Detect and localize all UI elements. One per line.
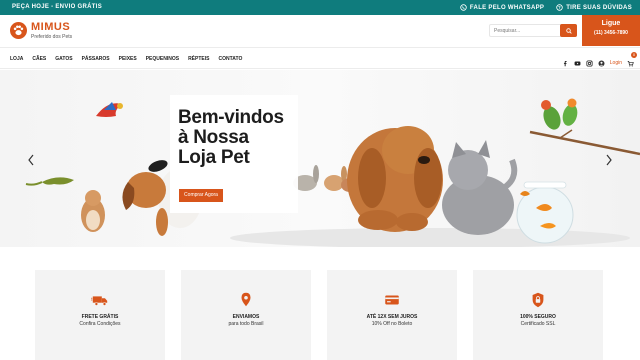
whatsapp-label: FALE PELO WHATSAPP	[469, 4, 545, 11]
carousel-next-button[interactable]	[605, 153, 613, 166]
feature-subtitle: para todo Brasil	[228, 321, 264, 327]
brand-name[interactable]: MIMUS	[31, 21, 70, 33]
login-link[interactable]: Login	[610, 60, 622, 66]
feature-subtitle: Certificado SSL	[520, 321, 556, 327]
hero-title-line-3: Loja Pet	[178, 147, 250, 168]
facebook-icon[interactable]	[562, 60, 569, 67]
features-section: FRETE GRÁTIS Confira Condições ENVIAMOS …	[0, 247, 640, 360]
main-navigation: LOJA CÃES GATOS PÁSSAROS PEIXES PEQUENIN…	[0, 47, 640, 69]
carousel-prev-button[interactable]	[27, 153, 35, 166]
nav-item-gatos[interactable]: GATOS	[55, 56, 72, 62]
lock-icon	[532, 292, 544, 308]
promo-text: PEÇA HOJE - ENVIO GRÁTIS	[12, 4, 102, 10]
cart-icon	[627, 61, 634, 67]
feature-subtitle: 10% Off no Boleto	[371, 321, 413, 327]
chevron-left-icon	[28, 154, 34, 166]
nav-item-passaros[interactable]: PÁSSAROS	[82, 56, 110, 62]
nav-item-peixes[interactable]: PEIXES	[119, 56, 137, 62]
top-announcement-bar: PEÇA HOJE - ENVIO GRÁTIS FALE PELO WHATS…	[0, 0, 640, 15]
nav-item-caes[interactable]: CÃES	[32, 56, 46, 62]
hero-banner: Bem-vindos à Nossa Loja Pet Comprar Agor…	[0, 70, 640, 247]
shop-now-button[interactable]: Comprar Agora	[179, 189, 223, 202]
hero-title-line-2: à Nossa	[178, 127, 249, 148]
logo-paw-icon[interactable]	[10, 22, 27, 39]
call-box[interactable]: Ligue (11) 3456-7890	[582, 15, 640, 46]
truck-icon	[91, 296, 108, 306]
location-pin-icon	[241, 292, 251, 307]
hero-title: Bem-vindos à Nossa Loja Pet	[178, 108, 296, 168]
instagram-icon[interactable]	[586, 59, 593, 67]
search-box	[489, 24, 577, 37]
hero-title-line-1: Bem-vindos	[178, 107, 284, 128]
youtube-icon[interactable]	[574, 60, 581, 67]
credit-card-icon	[385, 295, 399, 305]
search-icon	[565, 27, 572, 34]
nav-item-repteis[interactable]: RÉPTEIS	[188, 56, 209, 62]
hero-welcome-card: Bem-vindos à Nossa Loja Pet Comprar Agor…	[170, 95, 298, 213]
cart-count-badge: 0	[631, 52, 637, 58]
call-label: Ligue	[601, 20, 621, 27]
search-input[interactable]	[494, 26, 560, 36]
help-icon: ?	[556, 4, 563, 11]
svg-text:?: ?	[558, 5, 561, 10]
nav-item-pequeninos[interactable]: PEQUENINOS	[146, 56, 179, 62]
feature-card-free-shipping: FRETE GRÁTIS Confira Condições	[35, 270, 165, 360]
feature-title: FRETE GRÁTIS	[81, 314, 119, 320]
chevron-right-icon	[606, 154, 612, 166]
feature-card-shipping-brazil: ENVIAMOS para todo Brasil	[181, 270, 311, 360]
feature-title: 100% SEGURO	[520, 314, 556, 320]
feature-card-secure: 100% SEGURO Certificado SSL	[473, 270, 603, 360]
help-link[interactable]: ? TIRE SUAS DÚVIDAS	[556, 4, 632, 11]
nav-item-loja[interactable]: LOJA	[10, 56, 23, 62]
search-button[interactable]	[560, 24, 577, 37]
user-icon[interactable]	[598, 59, 605, 67]
whatsapp-link[interactable]: FALE PELO WHATSAPP	[460, 4, 544, 11]
help-label: TIRE SUAS DÚVIDAS	[566, 4, 632, 11]
feature-title: ENVIAMOS	[232, 314, 260, 320]
whatsapp-icon	[460, 4, 467, 11]
feature-card-installments: ATÉ 12X SEM JUROS 10% Off no Boleto	[327, 270, 457, 360]
call-phone: (11) 3456-7890	[594, 30, 628, 36]
feature-title: ATÉ 12X SEM JUROS	[366, 314, 418, 320]
brand-tagline: Preferido dos Pets	[31, 34, 73, 40]
hero-pets-illustration	[25, 98, 640, 247]
feature-subtitle: Confira Condições	[79, 321, 121, 327]
site-header: MIMUS Preferido dos Pets Ligue (11) 3456…	[0, 15, 640, 46]
nav-item-contato[interactable]: CONTATO	[218, 56, 242, 62]
